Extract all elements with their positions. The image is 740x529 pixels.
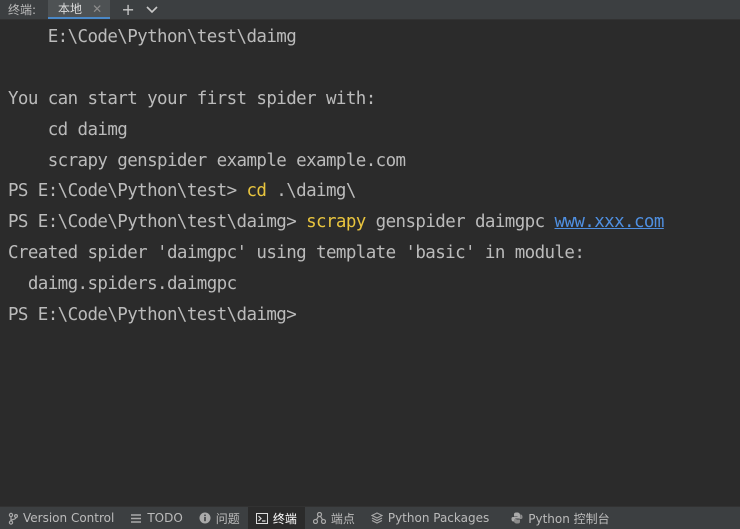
close-icon[interactable]: ✕ [92, 2, 102, 16]
command-args: .\daimg\ [266, 181, 356, 201]
version-control-button[interactable]: Version Control [0, 507, 122, 529]
terminal-icon [255, 512, 268, 524]
command-args: genspider daimgpc [365, 212, 555, 232]
chevron-down-icon[interactable] [140, 0, 164, 19]
todo-label: TODO [147, 511, 183, 525]
python-icon [511, 512, 523, 524]
problems-label: 问题 [215, 511, 240, 526]
prompt: PS E:\Code\Python\test> [8, 181, 247, 201]
prompt: PS E:\Code\Python\test\daimg> [8, 212, 307, 232]
terminal-command-line: PS E:\Code\Python\test> cd .\daimg\ [8, 176, 356, 207]
branch-icon [8, 512, 18, 525]
tab-label: 本地 [58, 2, 83, 16]
terminal-line: scrapy genspider example example.com [8, 151, 406, 171]
terminal-line: You can start your first spider with: [8, 89, 376, 109]
problems-button[interactable]: 问题 [191, 507, 248, 529]
todo-button[interactable]: TODO [122, 507, 190, 529]
python-console-label: Python 控制台 [528, 511, 610, 526]
url-link[interactable]: www.xxx.com [555, 212, 665, 232]
python-console-button[interactable]: Python 控制台 [497, 507, 617, 529]
terminal-label: 终端 [272, 511, 297, 526]
terminal-button[interactable]: 终端 [247, 507, 305, 529]
terminal-line: cd daimg [8, 120, 128, 140]
add-tab-button[interactable]: + [116, 0, 140, 19]
terminal-tab-bar: 终端: 本地 ✕ + [0, 0, 740, 20]
version-control-label: Version Control [23, 511, 115, 525]
python-packages-button[interactable]: Python Packages [363, 507, 497, 529]
terminal-line: E:\Code\Python\test\daimg [8, 27, 297, 47]
python-packages-label: Python Packages [387, 511, 490, 525]
tool-window-bar: Version Control TODO 问题 终端 端点 Python Pac… [0, 506, 740, 529]
terminal-output[interactable]: E:\Code\Python\test\daimg You can start … [0, 20, 740, 506]
tab-local[interactable]: 本地 ✕ [48, 0, 111, 19]
endpoints-button[interactable]: 端点 [305, 507, 363, 529]
endpoints-icon [312, 512, 326, 524]
terminal-command-line: PS E:\Code\Python\test\daimg> scrapy gen… [8, 207, 664, 238]
endpoints-label: 端点 [330, 511, 355, 526]
list-icon [130, 513, 142, 524]
terminal-prompt-line: PS E:\Code\Python\test\daimg> [8, 305, 297, 325]
terminal-line: Created spider 'daimgpc' using template … [8, 243, 585, 263]
info-icon [199, 512, 211, 524]
layers-icon [370, 512, 383, 524]
command-keyword: cd [246, 181, 267, 201]
command-keyword: scrapy [306, 212, 366, 232]
terminal-line: daimg.spiders.daimgpc [8, 274, 237, 294]
tool-window-title: 终端: [8, 3, 37, 17]
